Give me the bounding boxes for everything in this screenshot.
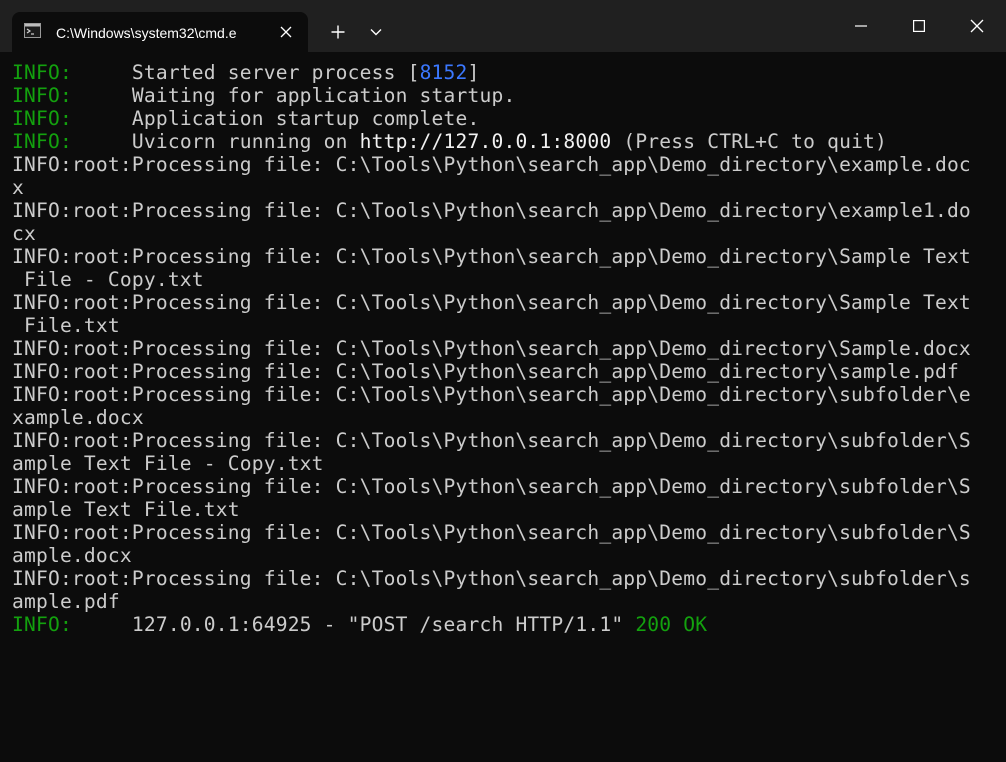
log-line: ample Text File - Copy.txt xyxy=(12,452,324,475)
log-line: xample.docx xyxy=(12,406,144,429)
log-message-suffix: (Press CTRL+C to quit) xyxy=(611,130,888,153)
tab-cmd[interactable]: C:\Windows\system32\cmd.e xyxy=(12,12,308,52)
terminal-window: C:\Windows\system32\cmd.e INFO: Started … xyxy=(0,0,1006,762)
request-message: 127.0.0.1:64925 - "POST /search HTTP/1.1… xyxy=(131,613,636,636)
log-line: INFO:root:Processing file: C:\Tools\Pyth… xyxy=(12,429,971,452)
log-message: Waiting for application startup. xyxy=(131,84,516,107)
terminal-output[interactable]: INFO: Started server process [8152] INFO… xyxy=(0,52,1006,762)
log-message: Started server process [ xyxy=(131,61,420,84)
log-line: cx xyxy=(12,222,36,245)
minimize-button[interactable] xyxy=(832,0,890,52)
log-line: INFO:root:Processing file: C:\Tools\Pyth… xyxy=(12,245,971,268)
log-line: INFO: Uvicorn running on http://127.0.0.… xyxy=(12,130,887,153)
close-window-button[interactable] xyxy=(948,0,1006,52)
log-line: INFO:root:Processing file: C:\Tools\Pyth… xyxy=(12,567,971,590)
log-line: INFO:root:Processing file: C:\Tools\Pyth… xyxy=(12,360,959,383)
log-line: File - Copy.txt xyxy=(12,268,204,291)
log-level: INFO: xyxy=(12,61,72,84)
minimize-icon xyxy=(855,25,867,27)
log-line: ample Text File.txt xyxy=(12,498,240,521)
log-message: Uvicorn running on xyxy=(131,130,360,153)
log-line: INFO:root:Processing file: C:\Tools\Pyth… xyxy=(12,199,971,222)
log-line: ample.docx xyxy=(12,544,132,567)
title-bar[interactable]: C:\Windows\system32\cmd.e xyxy=(0,0,1006,52)
plus-icon xyxy=(331,25,345,39)
log-line: File.txt xyxy=(12,314,120,337)
server-url[interactable]: http://127.0.0.1:8000 xyxy=(360,130,612,153)
close-icon xyxy=(970,19,984,33)
log-line: INFO: Waiting for application startup. xyxy=(12,84,515,107)
log-line: INFO:root:Processing file: C:\Tools\Pyth… xyxy=(12,383,971,406)
maximize-icon xyxy=(913,20,925,32)
bracket-close: ] xyxy=(467,61,480,84)
log-line: INFO:root:Processing file: C:\Tools\Pyth… xyxy=(12,153,971,176)
log-line: INFO:root:Processing file: C:\Tools\Pyth… xyxy=(12,521,971,544)
chevron-down-icon xyxy=(370,29,382,36)
log-level: INFO: xyxy=(12,130,72,153)
log-level: INFO: xyxy=(12,84,72,107)
log-level: INFO: xyxy=(12,107,72,130)
new-tab-button[interactable] xyxy=(322,18,354,46)
tab-close-button[interactable] xyxy=(274,20,298,44)
log-level: INFO: xyxy=(12,613,72,636)
log-line: INFO: 127.0.0.1:64925 - "POST /search HT… xyxy=(12,613,707,636)
tab-title: C:\Windows\system32\cmd.e xyxy=(56,25,237,41)
log-line: INFO:root:Processing file: C:\Tools\Pyth… xyxy=(12,291,971,314)
status-code: 200 OK xyxy=(635,613,708,636)
log-line: INFO:root:Processing file: C:\Tools\Pyth… xyxy=(12,475,971,498)
log-line: INFO: Started server process [8152] xyxy=(12,61,480,84)
terminal-icon xyxy=(24,23,41,38)
close-icon xyxy=(280,26,292,38)
log-line: x xyxy=(12,176,24,199)
process-id: 8152 xyxy=(419,61,468,84)
log-line: ample.pdf xyxy=(12,590,120,613)
maximize-button[interactable] xyxy=(890,0,948,52)
log-line: INFO: Application startup complete. xyxy=(12,107,479,130)
profiles-dropdown-button[interactable] xyxy=(362,18,390,46)
log-line: INFO:root:Processing file: C:\Tools\Pyth… xyxy=(12,337,971,360)
log-message: Application startup complete. xyxy=(131,107,480,130)
